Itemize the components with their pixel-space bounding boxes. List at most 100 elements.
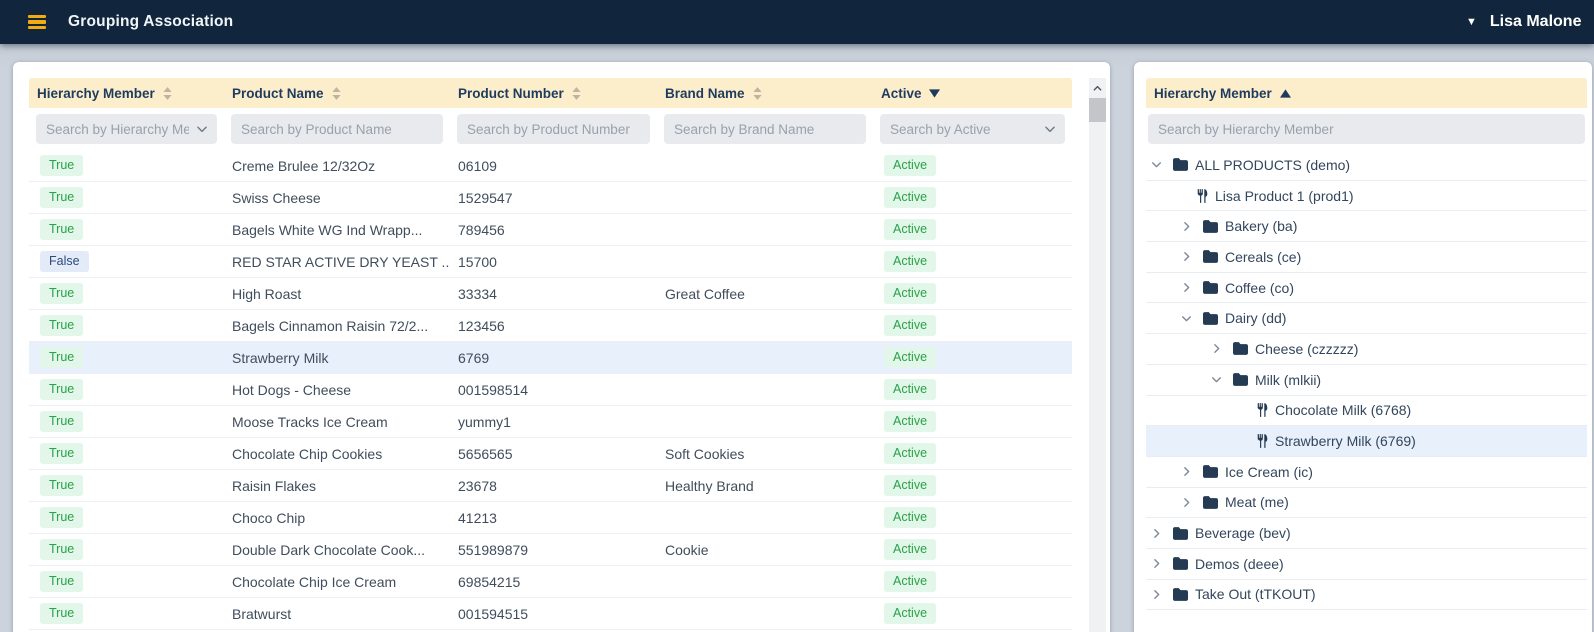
vertical-scrollbar[interactable] xyxy=(1089,78,1106,632)
sort-both-icon xyxy=(571,87,582,100)
column-header-product-name[interactable]: Product Name xyxy=(224,86,450,101)
tree-node[interactable]: Cereals (ce) xyxy=(1146,242,1587,273)
chevron-right-icon[interactable] xyxy=(1180,281,1194,294)
tree-node[interactable]: ALL PRODUCTS (demo) xyxy=(1146,150,1587,181)
tree-node[interactable]: Cheese (czzzzz) xyxy=(1146,334,1587,365)
table-row[interactable]: TrueBratwurst001594515Active xyxy=(29,598,1072,630)
chevron-right-icon[interactable] xyxy=(1150,557,1164,570)
table-row[interactable]: TrueSwiss Cheese1529547Active xyxy=(29,182,1072,214)
brand-name-cell: Healthy Brand xyxy=(657,478,873,494)
product-name-cell: Swiss Cheese xyxy=(224,190,450,206)
table-row[interactable]: TrueRaisin Flakes23678Healthy BrandActiv… xyxy=(29,470,1072,502)
chevron-right-icon[interactable] xyxy=(1180,220,1194,233)
product-name-cell: Chocolate Chip Cookies xyxy=(224,446,450,462)
sort-both-icon xyxy=(331,87,342,100)
scrollbar-thumb[interactable] xyxy=(1089,98,1106,122)
search-tree-hierarchy-member-input[interactable] xyxy=(1148,114,1585,144)
search-brand-name-input[interactable] xyxy=(664,114,866,144)
table-row[interactable]: TrueCreme Brulee 12/32Oz06109Active xyxy=(29,150,1072,182)
active-badge: Active xyxy=(884,379,936,400)
tree-node-label: ALL PRODUCTS (demo) xyxy=(1195,157,1350,173)
tree-node[interactable]: Bakery (ba) xyxy=(1146,211,1587,242)
table-row[interactable]: TrueHigh Roast33334Great CoffeeActive xyxy=(29,278,1072,310)
hierarchy-member-badge: True xyxy=(40,219,83,240)
tree-node[interactable]: Ice Cream (ic) xyxy=(1146,457,1587,488)
active-badge: Active xyxy=(884,283,936,304)
sort-both-icon xyxy=(162,87,173,100)
column-header-active[interactable]: Active xyxy=(873,86,1072,101)
active-badge: Active xyxy=(884,219,936,240)
folder-icon xyxy=(1203,250,1218,263)
tree-node[interactable]: Strawberry Milk (6769) xyxy=(1146,426,1587,457)
tree-node[interactable]: Milk (mlkii) xyxy=(1146,365,1587,396)
tree-node[interactable]: Lisa Product 1 (prod1) xyxy=(1146,181,1587,212)
table-row[interactable]: FalseRED STAR ACTIVE DRY YEAST ...15700A… xyxy=(29,246,1072,278)
hamburger-menu-icon[interactable] xyxy=(28,15,46,29)
product-name-cell: Chocolate Chip Ice Cream xyxy=(224,574,450,590)
tree-node[interactable]: Dairy (dd) xyxy=(1146,303,1587,334)
tree-node[interactable]: Take Out (tTKOUT) xyxy=(1146,580,1587,611)
tree-node[interactable]: Demos (deee) xyxy=(1146,549,1587,580)
column-header-hierarchy-member[interactable]: Hierarchy Member xyxy=(29,86,224,101)
chevron-down-icon: ▼ xyxy=(1466,17,1477,28)
tree-node[interactable]: Coffee (co) xyxy=(1146,273,1587,304)
chevron-down-icon[interactable] xyxy=(1043,122,1057,136)
tree-filter-row xyxy=(1146,108,1587,150)
user-menu[interactable]: ▼ Lisa Malone xyxy=(1466,0,1581,44)
product-name-cell: RED STAR ACTIVE DRY YEAST ... xyxy=(224,254,450,270)
tree-node[interactable]: Chocolate Milk (6768) xyxy=(1146,396,1587,427)
product-number-cell: 23678 xyxy=(450,478,657,494)
sort-ascending-icon xyxy=(1280,89,1291,98)
chevron-right-icon[interactable] xyxy=(1150,527,1164,540)
table-row[interactable]: TrueChocolate Chip Ice Cream69854215Acti… xyxy=(29,566,1072,598)
table-row[interactable]: TrueStrawberry Milk6769Active xyxy=(29,342,1072,374)
chevron-right-icon[interactable] xyxy=(1180,465,1194,478)
product-number-cell: yummy1 xyxy=(450,414,657,430)
tree-node-label: Strawberry Milk (6769) xyxy=(1275,433,1416,449)
table-row[interactable]: TrueBagels Cinnamon Raisin 72/2...123456… xyxy=(29,310,1072,342)
active-badge: Active xyxy=(884,251,936,272)
tree-node[interactable]: Beverage (bev) xyxy=(1146,518,1587,549)
chevron-down-icon[interactable] xyxy=(195,122,209,136)
hierarchy-member-badge: True xyxy=(40,379,83,400)
search-active-input[interactable] xyxy=(880,114,1065,144)
tree-node[interactable]: Meat (me) xyxy=(1146,488,1587,519)
search-product-name-input[interactable] xyxy=(231,114,443,144)
chevron-right-icon[interactable] xyxy=(1210,342,1224,355)
table-row[interactable]: TrueChocolate Chip Cookies5656565Soft Co… xyxy=(29,438,1072,470)
active-badge: Active xyxy=(884,571,936,592)
table-row[interactable]: TrueChoco Chip41213Active xyxy=(29,502,1072,534)
chevron-down-icon[interactable] xyxy=(1150,158,1164,171)
chevron-right-icon[interactable] xyxy=(1180,496,1194,509)
hierarchy-member-badge: True xyxy=(40,539,83,560)
product-name-cell: Choco Chip xyxy=(224,510,450,526)
table-row[interactable]: TrueBagels White WG Ind Wrapp...789456Ac… xyxy=(29,214,1072,246)
product-number-cell: 33334 xyxy=(450,286,657,302)
folder-icon xyxy=(1173,557,1188,570)
tree-node-label: Lisa Product 1 (prod1) xyxy=(1215,188,1354,204)
chevron-down-icon[interactable] xyxy=(1180,312,1194,325)
chevron-right-icon[interactable] xyxy=(1180,250,1194,263)
product-table-panel: Hierarchy Member Product Name Product Nu… xyxy=(13,62,1110,632)
tree-column-header[interactable]: Hierarchy Member xyxy=(1146,78,1587,108)
chevron-right-icon[interactable] xyxy=(1150,588,1164,601)
chevron-down-icon[interactable] xyxy=(1210,373,1224,386)
product-number-cell: 06109 xyxy=(450,158,657,174)
table-row[interactable]: TrueMoose Tracks Ice Creamyummy1Active xyxy=(29,406,1072,438)
scroll-up-icon[interactable] xyxy=(1092,78,1103,98)
product-number-cell: 1529547 xyxy=(450,190,657,206)
table-header-row: Hierarchy Member Product Name Product Nu… xyxy=(29,78,1072,108)
table-row[interactable]: TrueDouble Dark Chocolate Cook...5519898… xyxy=(29,534,1072,566)
column-header-product-number[interactable]: Product Number xyxy=(450,86,657,101)
folder-icon xyxy=(1233,342,1248,355)
tree-node-label: Cereals (ce) xyxy=(1225,249,1301,265)
column-header-brand-name[interactable]: Brand Name xyxy=(657,86,873,101)
hierarchy-member-badge: False xyxy=(40,251,89,272)
hierarchy-tree-panel: Hierarchy Member ALL PRODUCTS (demo) Lisa… xyxy=(1134,62,1592,632)
table-row[interactable]: TrueHot Dogs - Cheese001598514Active xyxy=(29,374,1072,406)
search-product-number-input[interactable] xyxy=(457,114,650,144)
search-hierarchy-member-input[interactable] xyxy=(36,114,217,144)
hierarchy-member-badge: True xyxy=(40,187,83,208)
hierarchy-member-badge: True xyxy=(40,443,83,464)
utensils-icon xyxy=(1257,434,1268,448)
